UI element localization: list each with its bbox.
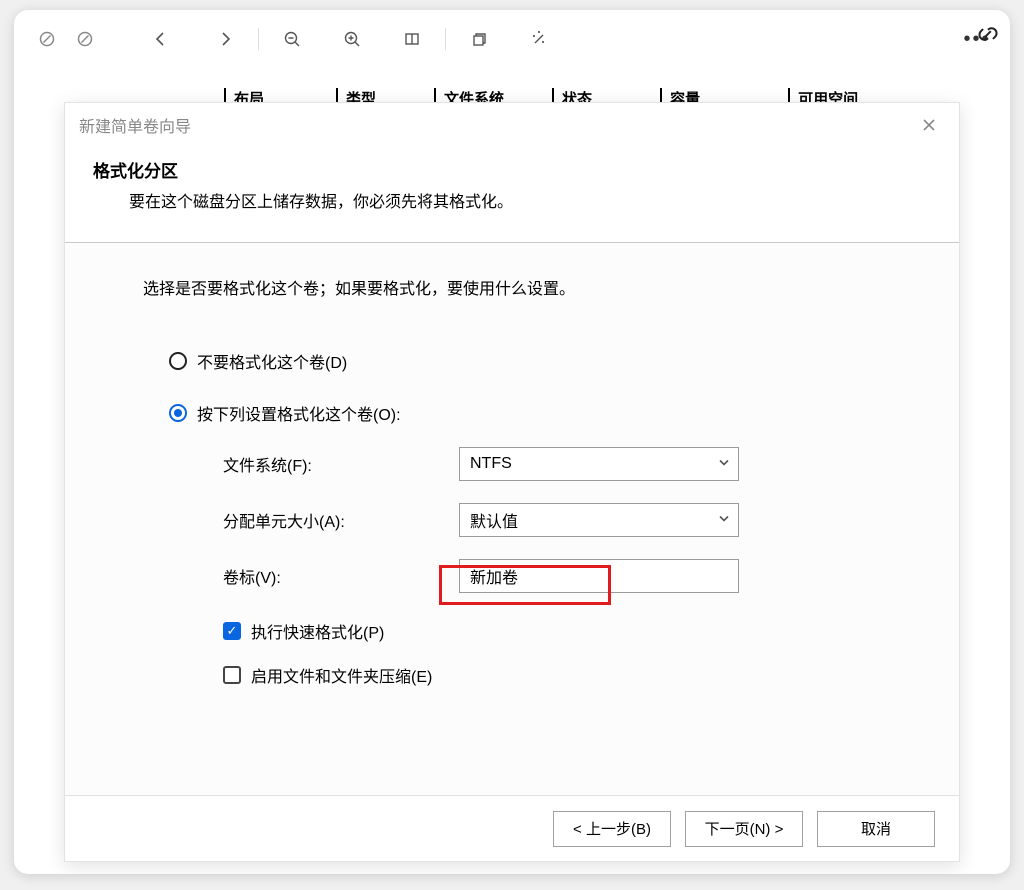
back-button[interactable]: < 上一步(B) bbox=[553, 811, 671, 847]
body-intro: 选择是否要格式化这个卷；如果要格式化，要使用什么设置。 bbox=[73, 275, 951, 299]
stop2-icon[interactable] bbox=[70, 24, 100, 54]
quick-format-row[interactable]: ✓ 执行快速格式化(P) bbox=[73, 619, 951, 643]
next-button[interactable]: 下一页(N) > bbox=[685, 811, 803, 847]
alloc-label: 分配单元大小(A): bbox=[223, 508, 443, 532]
filesystem-select[interactable]: NTFS bbox=[459, 447, 739, 481]
volume-label-label: 卷标(V): bbox=[223, 564, 443, 588]
stop-icon[interactable] bbox=[32, 24, 62, 54]
checkbox-icon[interactable]: ✓ bbox=[223, 622, 241, 640]
dialog-title: 新建简单卷向导 bbox=[79, 113, 191, 137]
external-link-icon[interactable] bbox=[976, 22, 1000, 49]
dialog-footer: < 上一步(B) 下一页(N) > 取消 bbox=[65, 795, 959, 861]
radio-no-format[interactable]: 不要格式化这个卷(D) bbox=[73, 349, 951, 373]
copy-icon[interactable] bbox=[464, 24, 494, 54]
alloc-select[interactable]: 默认值 bbox=[459, 503, 739, 537]
radio-label: 不要格式化这个卷(D) bbox=[197, 349, 347, 373]
wizard-dialog: 新建简单卷向导 格式化分区 要在这个磁盘分区上储存数据，你必须先将其格式化。 选… bbox=[64, 102, 960, 862]
back-arrow-icon[interactable] bbox=[146, 24, 176, 54]
fit-width-icon[interactable] bbox=[397, 24, 427, 54]
enable-compress-row[interactable]: 启用文件和文件夹压缩(E) bbox=[73, 663, 951, 687]
cancel-button[interactable]: 取消 bbox=[817, 811, 935, 847]
zoom-out-icon[interactable] bbox=[277, 24, 307, 54]
forward-arrow-icon[interactable] bbox=[210, 24, 240, 54]
radio-icon[interactable] bbox=[169, 404, 187, 422]
checkbox-icon[interactable] bbox=[223, 666, 241, 684]
zoom-in-icon[interactable] bbox=[337, 24, 367, 54]
format-fields: 文件系统(F): NTFS 分配单元大小(A): 默认值 卷标(V): 新 bbox=[73, 447, 951, 593]
viewer-frame: ••• 布局 类型 文件系统 状态 容量 可用空间 新建简单卷向导 格式化分区 … bbox=[14, 10, 1010, 874]
filesystem-label: 文件系统(F): bbox=[223, 452, 443, 476]
dialog-titlebar: 新建简单卷向导 bbox=[65, 103, 959, 147]
hero-title: 格式化分区 bbox=[93, 157, 931, 182]
checkbox-label: 执行快速格式化(P) bbox=[251, 619, 384, 643]
chevron-down-icon bbox=[718, 457, 730, 472]
dialog-body: 选择是否要格式化这个卷；如果要格式化，要使用什么设置。 不要格式化这个卷(D) … bbox=[65, 243, 959, 795]
hero-subtitle: 要在这个磁盘分区上储存数据，你必须先将其格式化。 bbox=[93, 188, 931, 212]
viewer-toolbar: ••• bbox=[14, 10, 1010, 68]
input-value: 新加卷 bbox=[470, 564, 518, 588]
magic-icon[interactable] bbox=[524, 24, 554, 54]
radio-label: 按下列设置格式化这个卷(O): bbox=[197, 401, 401, 425]
radio-format[interactable]: 按下列设置格式化这个卷(O): bbox=[73, 401, 951, 425]
select-value: 默认值 bbox=[470, 508, 518, 532]
radio-icon[interactable] bbox=[169, 352, 187, 370]
volume-label-input[interactable]: 新加卷 bbox=[459, 559, 739, 593]
chevron-down-icon bbox=[718, 513, 730, 528]
close-icon[interactable] bbox=[913, 109, 945, 141]
select-value: NTFS bbox=[470, 455, 512, 473]
separator bbox=[445, 28, 446, 50]
dialog-hero: 格式化分区 要在这个磁盘分区上储存数据，你必须先将其格式化。 bbox=[65, 147, 959, 236]
separator bbox=[258, 28, 259, 50]
checkbox-label: 启用文件和文件夹压缩(E) bbox=[251, 663, 432, 687]
